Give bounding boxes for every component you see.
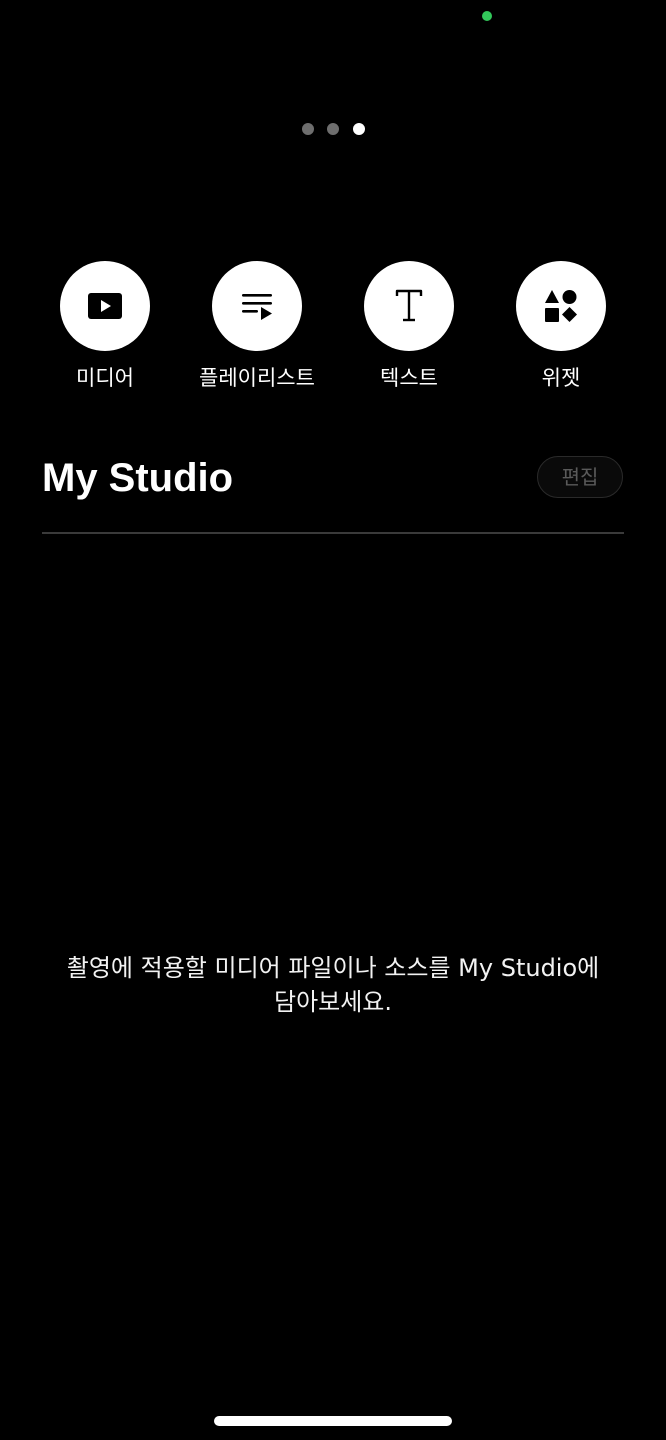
media-action-button[interactable]: 미디어	[35, 261, 175, 401]
text-action-label: 텍스트	[380, 366, 438, 390]
shapes-icon	[544, 289, 578, 323]
page-dot-3-active[interactable]	[353, 123, 365, 135]
home-indicator[interactable]	[214, 1416, 452, 1426]
my-studio-title: My Studio	[42, 456, 234, 500]
playlist-icon	[240, 291, 274, 321]
playlist-action-circle[interactable]	[212, 261, 302, 351]
media-action-label: 미디어	[76, 366, 134, 390]
widget-action-button[interactable]: 위젯	[491, 261, 631, 401]
media-action-circle[interactable]	[60, 261, 150, 351]
page-dot-1[interactable]	[302, 123, 314, 135]
playlist-action-label: 플레이리스트	[199, 366, 315, 390]
page-dot-2[interactable]	[327, 123, 339, 135]
section-divider	[42, 532, 624, 534]
edit-button[interactable]: 편집	[537, 456, 623, 498]
status-indicator-dot	[482, 11, 492, 21]
play-rectangle-icon	[87, 292, 123, 320]
text-action-circle[interactable]	[364, 261, 454, 351]
empty-state-message: 촬영에 적용할 미디어 파일이나 소스를 My Studio에 담아보세요.	[66, 954, 600, 1016]
widget-action-circle[interactable]	[516, 261, 606, 351]
page-indicator[interactable]	[0, 123, 666, 135]
text-action-button[interactable]: 텍스트	[339, 261, 479, 401]
text-t-icon	[394, 289, 424, 323]
playlist-action-button[interactable]: 플레이리스트	[187, 261, 327, 401]
widget-action-label: 위젯	[541, 366, 581, 390]
